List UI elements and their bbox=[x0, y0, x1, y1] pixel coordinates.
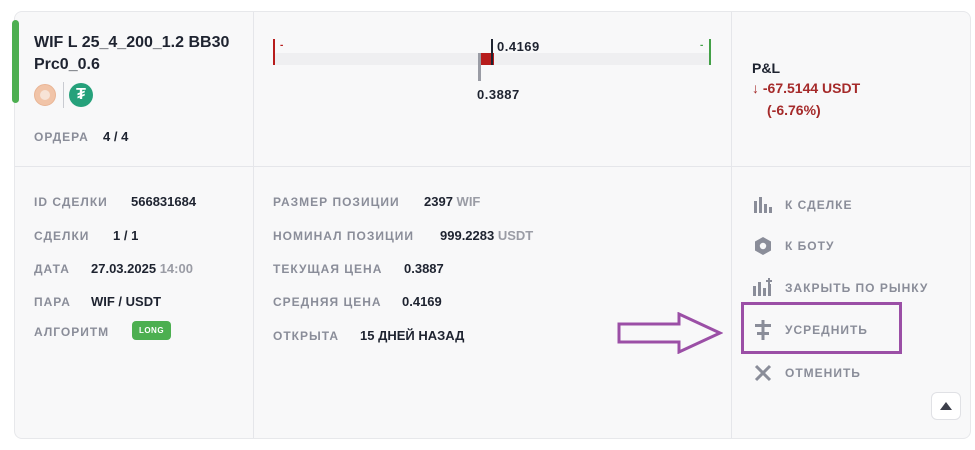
close-market-label: ЗАКРЫТЬ ПО РЫНКУ bbox=[785, 281, 929, 295]
track-end-loss bbox=[273, 39, 275, 65]
track-end-profit bbox=[709, 39, 711, 65]
deals-label: СДЕЛКИ bbox=[34, 229, 90, 243]
to-deal-label: К СДЕЛКЕ bbox=[785, 198, 853, 212]
to-bot-label: К БОТУ bbox=[785, 239, 835, 253]
position-size-number: 2397 bbox=[424, 194, 453, 209]
divider-horizontal bbox=[15, 166, 970, 167]
close-icon bbox=[752, 362, 774, 384]
hexagon-icon bbox=[752, 235, 774, 257]
status-bar bbox=[12, 20, 19, 103]
nominal-label: НОМИНАЛ ПОЗИЦИИ bbox=[273, 229, 414, 243]
tether-icon: ₮ bbox=[69, 83, 93, 107]
avg-price-field-label: СРЕДНЯЯ ЦЕНА bbox=[273, 295, 382, 309]
position-size-unit: WIF bbox=[456, 194, 481, 209]
date-time: 14:00 bbox=[159, 261, 193, 276]
pnl-title: P&L bbox=[752, 60, 780, 76]
divider-left bbox=[253, 12, 254, 438]
deal-id-label: ID СДЕЛКИ bbox=[34, 195, 108, 209]
pair-value: WIF / USDT bbox=[91, 294, 162, 309]
current-price-field-value: 0.3887 bbox=[404, 261, 444, 276]
date-day: 27.03.2025 bbox=[91, 261, 157, 276]
opened-value: 15 ДНЕЙ НАЗАД bbox=[360, 328, 465, 343]
annotation-box bbox=[741, 302, 902, 354]
opened-label: ОТКРЫТА bbox=[273, 329, 339, 343]
divider-right bbox=[731, 12, 732, 438]
avg-price-tick bbox=[491, 39, 493, 65]
close-market-button[interactable]: ЗАКРЫТЬ ПО РЫНКУ bbox=[752, 276, 928, 300]
right-marker: - bbox=[700, 40, 704, 51]
current-price-tick bbox=[478, 53, 481, 81]
deal-id-value: 566831684 bbox=[131, 194, 197, 209]
to-deal-button[interactable]: К СДЕЛКЕ bbox=[752, 193, 852, 217]
algo-badge: LONG bbox=[132, 321, 171, 340]
algo-label: АЛГОРИТМ bbox=[34, 325, 110, 339]
market-close-icon bbox=[752, 277, 774, 299]
icon-separator bbox=[63, 82, 64, 108]
current-price-field-label: ТЕКУЩАЯ ЦЕНА bbox=[273, 262, 383, 276]
date-value: 27.03.2025 14:00 bbox=[91, 261, 193, 276]
orders-value: 4 / 4 bbox=[103, 129, 129, 144]
left-marker: - bbox=[280, 40, 284, 51]
wif-coin-icon bbox=[34, 84, 56, 106]
pnl-value: ↓ -67.5144 USDT bbox=[752, 80, 861, 96]
position-size-value: 2397 WIF bbox=[424, 194, 480, 209]
date-label: ДАТА bbox=[34, 262, 70, 276]
nominal-value: 999.2283 USDT bbox=[440, 228, 533, 243]
triangle-up-icon bbox=[940, 402, 952, 410]
annotation-arrow bbox=[617, 312, 723, 354]
pnl-percent: (-6.76%) bbox=[767, 102, 821, 118]
to-bot-button[interactable]: К БОТУ bbox=[752, 234, 834, 258]
pair-label: ПАРА bbox=[34, 295, 71, 309]
nominal-number: 999.2283 bbox=[440, 228, 495, 243]
deals-value: 1 / 1 bbox=[113, 228, 139, 243]
nominal-unit: USDT bbox=[497, 228, 534, 243]
cancel-label: ОТМЕНИТЬ bbox=[785, 366, 861, 380]
bar-chart-icon bbox=[752, 194, 774, 216]
cancel-button[interactable]: ОТМЕНИТЬ bbox=[752, 361, 861, 385]
current-price-label: 0.3887 bbox=[477, 87, 520, 102]
avg-price-field-value: 0.4169 bbox=[402, 294, 442, 309]
avg-price-label: 0.4169 bbox=[497, 39, 540, 54]
orders-label: ОРДЕРА bbox=[34, 130, 89, 144]
collapse-button[interactable] bbox=[931, 392, 961, 420]
position-size-label: РАЗМЕР ПОЗИЦИИ bbox=[273, 195, 400, 209]
deal-title: WIF L 25_4_200_1.2 BB30 Prc0_0.6 bbox=[34, 34, 230, 73]
